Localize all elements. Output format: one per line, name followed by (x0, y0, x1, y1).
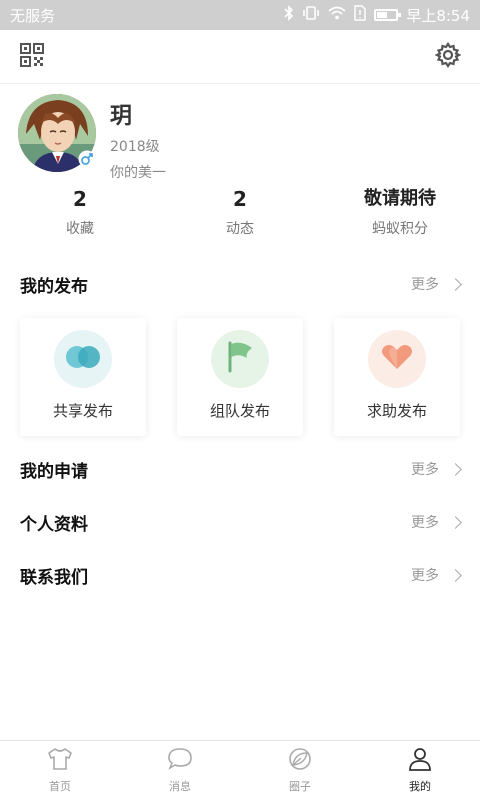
wifi-icon (328, 6, 346, 24)
section-contact-us[interactable]: 联系我们 更多 (0, 553, 480, 597)
chat-bubble-icon (167, 747, 193, 775)
cloud-icon (65, 344, 101, 374)
more-label: 更多 (411, 462, 439, 478)
tab-label: 首页 (49, 780, 71, 793)
card-label: 求助发布 (366, 402, 427, 420)
status-icons: 早上8:54 (284, 5, 470, 26)
carrier-label: 无服务 (10, 6, 56, 25)
status-time: 早上8:54 (406, 6, 470, 25)
stats-row: 2 收藏 2 动态 敬请期待 蚂蚁积分 (0, 184, 480, 244)
section-profile-info[interactable]: 个人资料 更多 (0, 500, 480, 544)
battery-icon (374, 9, 402, 21)
publish-cards: 共享发布 组队发布 求助发布 (20, 318, 460, 436)
card-icon-bg (54, 330, 112, 388)
bluetooth-icon (284, 5, 294, 25)
section-my-applications[interactable]: 我的申请 更多 (0, 447, 480, 491)
more-label: 更多 (411, 277, 439, 293)
shirt-icon (47, 747, 73, 775)
chevron-right-icon (449, 568, 462, 582)
tab-circles[interactable]: 圈子 (240, 741, 360, 800)
tab-messages[interactable]: 消息 (120, 741, 240, 800)
stat-value: 敬请期待 (364, 188, 436, 209)
card-label: 组队发布 (209, 402, 270, 420)
card-help-publish[interactable]: 求助发布 (334, 318, 460, 436)
male-icon (78, 150, 96, 168)
person-icon (407, 747, 433, 775)
card-label: 共享发布 (52, 402, 113, 420)
card-icon-bg (368, 330, 426, 388)
more-link[interactable]: 更多 (411, 274, 462, 294)
more-link[interactable]: 更多 (411, 512, 462, 532)
more-label: 更多 (411, 515, 439, 531)
heart-icon (380, 343, 414, 375)
top-bar (0, 30, 480, 84)
more-link[interactable]: 更多 (411, 565, 462, 585)
flag-icon (225, 341, 255, 377)
tab-label: 圈子 (289, 780, 311, 793)
profile-info: 玥 2018级 你的美一 (110, 94, 166, 182)
tab-label: 消息 (169, 780, 191, 793)
section-my-publish[interactable]: 我的发布 更多 (0, 262, 480, 306)
sim-icon (354, 5, 367, 25)
stat-value: 2 (73, 187, 87, 211)
user-grade: 2018级 (110, 139, 160, 155)
stat-ant-points[interactable]: 敬请期待 蚂蚁积分 (320, 184, 480, 244)
chevron-right-icon (449, 277, 462, 291)
chevron-right-icon (449, 515, 462, 529)
stat-label: 蚂蚁积分 (372, 221, 428, 237)
stat-posts[interactable]: 2 动态 (160, 184, 320, 244)
stat-label: 动态 (226, 221, 254, 237)
card-team-publish[interactable]: 组队发布 (177, 318, 303, 436)
section-title: 我的发布 (20, 276, 88, 297)
card-share-publish[interactable]: 共享发布 (20, 318, 146, 436)
bottom-tab-bar: 首页 消息 圈子 我的 (0, 740, 480, 800)
stat-label: 收藏 (66, 221, 94, 237)
status-bar: 无服务 早上8:54 (0, 0, 480, 30)
card-icon-bg (211, 330, 269, 388)
qr-code-button[interactable] (18, 42, 46, 71)
qr-code-icon (20, 42, 44, 71)
stat-value: 2 (233, 187, 247, 211)
user-signature: 你的美一 (110, 165, 166, 181)
stat-favorites[interactable]: 2 收藏 (0, 184, 160, 244)
section-title: 联系我们 (20, 567, 88, 588)
settings-button[interactable] (434, 41, 462, 72)
more-link[interactable]: 更多 (411, 459, 462, 479)
profile-header[interactable]: 玥 2018级 你的美一 (18, 94, 166, 182)
tab-label: 我的 (409, 780, 431, 793)
tab-mine[interactable]: 我的 (360, 741, 480, 800)
vibrate-icon (302, 5, 320, 25)
settings-gear-icon (434, 41, 462, 72)
leaf-icon (287, 747, 313, 775)
user-name: 玥 (110, 104, 133, 129)
tab-home[interactable]: 首页 (0, 741, 120, 800)
more-label: 更多 (411, 568, 439, 584)
chevron-right-icon (449, 462, 462, 476)
section-title: 我的申请 (20, 461, 88, 482)
section-title: 个人资料 (20, 514, 88, 535)
